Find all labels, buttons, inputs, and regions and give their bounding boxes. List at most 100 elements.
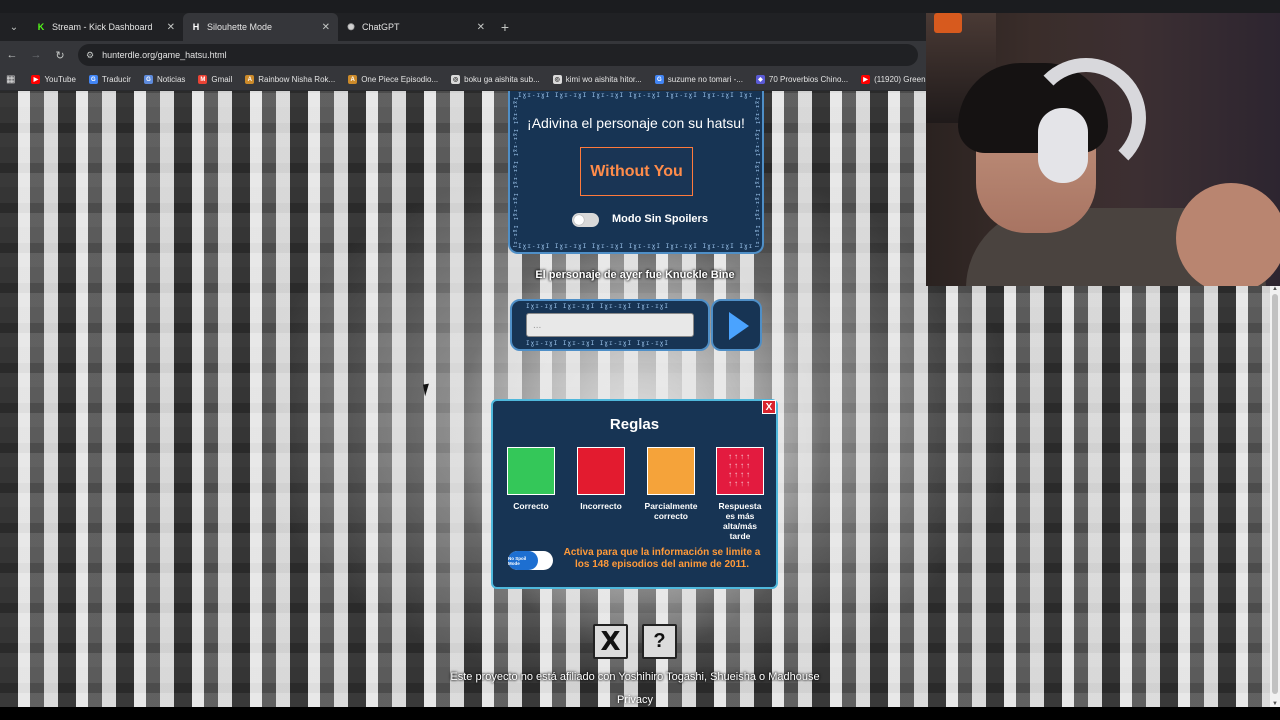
x-logo-icon: X — [600, 626, 621, 657]
close-tab-icon[interactable]: ✕ — [477, 22, 485, 33]
rune-border-bottom: Iɣɪ-ɪɣI Iɣɪ-ɪɣI Iɣɪ-ɪɣI Iɣɪ-ɪɣI Iɣɪ-ɪɣI … — [518, 243, 754, 250]
bookmark-label: boku ga aishita sub... — [464, 75, 540, 84]
back-arrow-icon[interactable]: ← — [0, 43, 24, 67]
plus-icon[interactable]: + — [493, 13, 517, 41]
bookmark-label: suzume no tomari -... — [667, 75, 743, 84]
bookmark-youtube[interactable]: ▶ YouTube — [31, 75, 76, 84]
address-bar: ← → ↻ ⚙ hunterdle.org/game_hatsu.html — [0, 41, 926, 69]
anime-site-icon: A — [348, 75, 358, 84]
higher-later-label: Respuesta es más alta/más tarde — [718, 501, 762, 541]
bookmark-label: Noticias — [156, 75, 186, 84]
guess-input[interactable] — [526, 313, 694, 337]
bookmark-label: kimi wo aishita hitor... — [565, 75, 642, 84]
partial-label: Parcialmente correcto — [644, 501, 698, 521]
close-tab-icon[interactable]: ✕ — [322, 22, 330, 33]
google-icon: G — [654, 75, 664, 84]
bookmark-one-piece[interactable]: A One Piece Episodio... — [348, 75, 438, 84]
bookmark-traducir[interactable]: G Traducir — [88, 75, 131, 84]
no-spoil-mode-note: Activa para que la información se limite… — [563, 547, 761, 570]
bookmark-label: Traducir — [101, 75, 131, 84]
bookmark-kimi-wo[interactable]: ◎ kimi wo aishita hitor... — [552, 75, 642, 84]
tab-label: Stream - Kick Dashboard — [52, 22, 153, 32]
tab-chatgpt[interactable]: ✺ ChatGPT ✕ — [338, 13, 493, 41]
incorrect-swatch — [577, 447, 625, 495]
reload-icon[interactable]: ↻ — [48, 43, 72, 67]
youtube-icon: ▶ — [31, 75, 41, 84]
toggle-knob — [574, 215, 584, 225]
x-share-button[interactable]: X — [593, 624, 628, 659]
close-icon[interactable]: X — [762, 400, 776, 414]
tab-silhouette-mode[interactable]: H Silouhette Mode ✕ — [183, 13, 338, 41]
news-icon: G — [143, 75, 153, 84]
gmail-icon: M — [198, 75, 208, 84]
url-text: hunterdle.org/game_hatsu.html — [102, 50, 227, 60]
tab-bar: ⌄ K Stream - Kick Dashboard ✕ H Silouhet… — [0, 13, 926, 41]
game-card: Iɣɪ-ɪɣI Iɣɪ-ɪɣI Iɣɪ-ɪɣI Iɣɪ-ɪɣI Iɣɪ-ɪɣI … — [508, 91, 764, 254]
bookmark-label: (11920) Green... — [874, 75, 926, 84]
privacy-link[interactable]: Privacy — [0, 694, 1270, 706]
hatsu-hint: Without You — [580, 147, 693, 196]
tab-kick-dashboard[interactable]: K Stream - Kick Dashboard ✕ — [28, 13, 183, 41]
up-arrows-icon: ↑↑↑↑ ↑↑↑↑ ↑↑↑↑ ↑↑↑↑ — [728, 452, 752, 488]
kick-icon: K — [37, 22, 45, 32]
forward-arrow-icon[interactable]: → — [24, 43, 48, 67]
bookmark-label: Rainbow Nisha Rok... — [258, 75, 336, 84]
correct-label: Correcto — [513, 501, 549, 511]
help-button[interactable]: ? — [642, 624, 677, 659]
chatgpt-icon: ✺ — [347, 21, 355, 32]
scroll-thumb[interactable] — [1272, 294, 1278, 694]
bookmarks-bar: ▦ ▶ YouTube G Traducir G Noticias M Gmail AR… — [0, 69, 926, 91]
headphone-earcup — [1038, 108, 1088, 183]
bookmark-label: YouTube — [44, 75, 76, 84]
translate-icon: G — [88, 75, 98, 84]
spoiler-toggle-label: Modo Sin Spoilers — [612, 213, 708, 225]
window-top-strip — [0, 0, 1280, 13]
no-spoil-mode-badge: No Spoil Mode — [508, 551, 553, 570]
correct-swatch — [507, 447, 555, 495]
bookmark-proverbios[interactable]: ◆ 70 Proverbios Chino... — [755, 75, 849, 84]
anime-site-icon: A — [245, 75, 255, 84]
scroll-up-icon[interactable]: ▲ — [1272, 286, 1278, 292]
bookmark-rainbow-nisha[interactable]: A Rainbow Nisha Rok... — [245, 75, 335, 84]
higher-later-swatch: ↑↑↑↑ ↑↑↑↑ ↑↑↑↑ ↑↑↑↑ — [716, 447, 764, 495]
bookmark-noticias[interactable]: G Noticias — [143, 75, 186, 84]
rules-modal: X Reglas Correcto Incorrecto Parcialment… — [491, 399, 778, 589]
bookmark-site-icon: ◆ — [755, 75, 765, 84]
rules-title: Reglas — [609, 416, 660, 433]
rune-border-top: Iɣɪ-ɪɣI Iɣɪ-ɪɣI Iɣɪ-ɪɣI Iɣɪ-ɪɣI Iɣɪ-ɪɣI … — [518, 92, 754, 99]
play-icon — [729, 312, 749, 340]
webcam-overlay — [926, 13, 1280, 286]
bookmark-gmail[interactable]: M Gmail — [198, 75, 232, 84]
bookmark-label: One Piece Episodio... — [361, 75, 439, 84]
bookmark-label: Gmail — [211, 75, 233, 84]
bookmark-suzume[interactable]: Gsuzume no tomari -... — [654, 75, 743, 84]
spoiler-toggle[interactable] — [572, 213, 599, 227]
page-scrollbar[interactable]: ▲ ▼ — [1270, 286, 1280, 707]
youtube-icon: ▶ — [861, 75, 871, 84]
webcam-object — [934, 13, 962, 33]
bookmark-boku-ga[interactable]: ◎ boku ga aishita sub... — [451, 75, 540, 84]
disclaimer: Este proyecto no está afiliado con Yoshi… — [450, 671, 820, 683]
rune-border-top: Iɣɪ-ɪɣI Iɣɪ-ɪɣI Iɣɪ-ɪɣI Iɣɪ-ɪɣI — [526, 303, 669, 310]
apps-grid-icon[interactable]: ▦ — [6, 74, 15, 85]
question-icon: ? — [653, 630, 666, 652]
tab-search-icon[interactable]: ⌄ — [0, 13, 28, 41]
webcam-person-arm — [1176, 183, 1280, 286]
site-info-icon[interactable]: ⚙ — [86, 50, 94, 61]
no-spoil-mode-text: No Spoil Mode — [508, 551, 538, 570]
hunterdle-icon: H — [192, 22, 200, 32]
game-title: ¡Adivina el personaje con su hatsu! — [527, 115, 745, 131]
bookmark-label: 70 Proverbios Chino... — [768, 75, 849, 84]
incorrect-label: Incorrecto — [580, 501, 622, 511]
submit-button[interactable] — [711, 299, 762, 351]
guess-container: Iɣɪ-ɪɣI Iɣɪ-ɪɣI Iɣɪ-ɪɣI Iɣɪ-ɪɣI Iɣɪ-ɪɣI … — [510, 299, 710, 351]
globe-icon: ◎ — [552, 75, 562, 84]
rune-border-bottom: Iɣɪ-ɪɣI Iɣɪ-ɪɣI Iɣɪ-ɪɣI Iɣɪ-ɪɣI — [526, 340, 669, 347]
globe-icon: ◎ — [451, 75, 461, 84]
tab-label: Silouhette Mode — [207, 22, 273, 32]
partial-swatch — [647, 447, 695, 495]
close-tab-icon[interactable]: ✕ — [167, 22, 175, 33]
tab-label: ChatGPT — [362, 22, 400, 32]
url-field[interactable]: ⚙ hunterdle.org/game_hatsu.html — [78, 44, 918, 66]
bookmark-green[interactable]: ▶(11920) Green... — [861, 75, 926, 84]
